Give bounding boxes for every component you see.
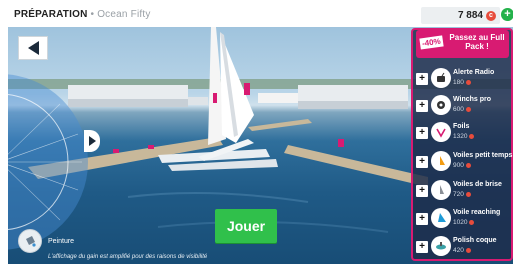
full-pack-promo-button[interactable]: -40% Passez au Full Pack ! bbox=[416, 30, 509, 58]
screen-title: PRÉPARATION bbox=[14, 9, 88, 20]
title-separator: • bbox=[90, 9, 95, 20]
light-sail-icon bbox=[431, 151, 451, 171]
add-option-button[interactable]: + bbox=[416, 185, 428, 197]
option-alerte-radio[interactable]: + Alerte Radio 180 bbox=[416, 68, 512, 92]
top-bar: PRÉPARATION • Ocean Fifty 7 884 c + bbox=[0, 0, 513, 27]
option-name: Voiles de brise bbox=[453, 181, 502, 188]
option-voiles-petit-temps[interactable]: + Voiles petit temps 900 bbox=[416, 151, 512, 175]
option-voiles-de-brise[interactable]: + Voiles de brise 720 bbox=[416, 180, 512, 204]
add-option-button[interactable]: + bbox=[416, 127, 428, 139]
heavy-sail-icon bbox=[431, 180, 451, 200]
option-name: Foils bbox=[453, 123, 470, 130]
option-name: Polish coque bbox=[453, 237, 497, 244]
option-foils[interactable]: + Foils 1320 bbox=[416, 122, 512, 146]
credit-coin-icon: c bbox=[486, 10, 496, 21]
option-price: 600 bbox=[453, 106, 471, 113]
option-name: Winchs pro bbox=[453, 96, 492, 103]
promo-text: Passez au Full Pack ! bbox=[449, 33, 505, 51]
option-voile-reaching[interactable]: + Voile reaching 1020 bbox=[416, 208, 512, 232]
add-option-button[interactable]: + bbox=[416, 213, 428, 225]
wind-angle-gauge[interactable] bbox=[8, 74, 100, 250]
option-name: Alerte Radio bbox=[453, 69, 495, 76]
option-price: 900 bbox=[453, 162, 471, 169]
add-option-button[interactable]: + bbox=[416, 156, 428, 168]
gain-footnote: L'affichage du gain est amplifié pour de… bbox=[48, 254, 208, 260]
page-title: PRÉPARATION • Ocean Fifty bbox=[14, 9, 151, 20]
option-price: 1020 bbox=[453, 219, 475, 226]
radio-icon bbox=[431, 68, 451, 88]
add-option-button[interactable]: + bbox=[416, 100, 428, 112]
credits-balance: 7 884 c bbox=[421, 7, 500, 24]
option-price: 720 bbox=[453, 191, 471, 198]
add-credits-button[interactable]: + bbox=[501, 8, 513, 21]
play-button[interactable]: Jouer bbox=[215, 209, 277, 243]
paint-bucket-icon bbox=[18, 229, 42, 253]
option-name: Voiles petit temps bbox=[453, 152, 513, 159]
boat-name: Ocean Fifty bbox=[97, 9, 151, 20]
option-price: 180 bbox=[453, 79, 471, 86]
option-price: 420 bbox=[453, 247, 471, 254]
reaching-sail-icon bbox=[431, 208, 451, 228]
paint-button[interactable]: Peinture bbox=[18, 229, 74, 253]
chevron-right-icon bbox=[88, 136, 96, 146]
option-polish-coque[interactable]: + Polish coque 420 bbox=[416, 236, 512, 260]
add-option-button[interactable]: + bbox=[416, 73, 428, 85]
discount-badge: -40% bbox=[419, 35, 444, 50]
paint-label: Peinture bbox=[48, 237, 75, 245]
option-name: Voile reaching bbox=[453, 209, 501, 216]
foil-icon bbox=[431, 122, 451, 142]
credits-value: 7 884 bbox=[457, 10, 483, 21]
hull-polish-icon bbox=[431, 236, 451, 256]
winch-icon bbox=[431, 95, 451, 115]
add-option-button[interactable]: + bbox=[416, 241, 428, 253]
back-button[interactable] bbox=[18, 36, 48, 60]
option-winchs-pro[interactable]: + Winchs pro 600 bbox=[416, 95, 512, 119]
back-arrow-icon bbox=[27, 41, 39, 55]
option-price: 1320 bbox=[453, 133, 475, 140]
